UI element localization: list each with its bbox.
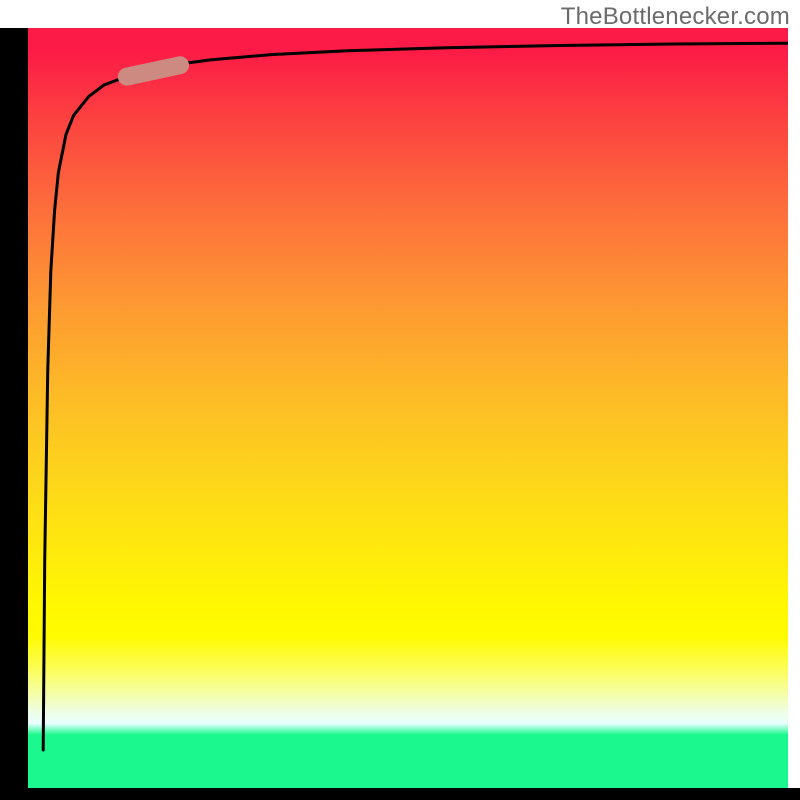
- curve-layer: [28, 28, 788, 788]
- y-axis: [0, 28, 28, 788]
- x-axis: [0, 788, 800, 800]
- chart-canvas: TheBottlenecker.com: [0, 0, 800, 800]
- data-curve: [43, 43, 788, 750]
- watermark-label: TheBottlenecker.com: [561, 3, 790, 31]
- highlight-marker: [127, 65, 180, 76]
- plot-area: [28, 28, 788, 788]
